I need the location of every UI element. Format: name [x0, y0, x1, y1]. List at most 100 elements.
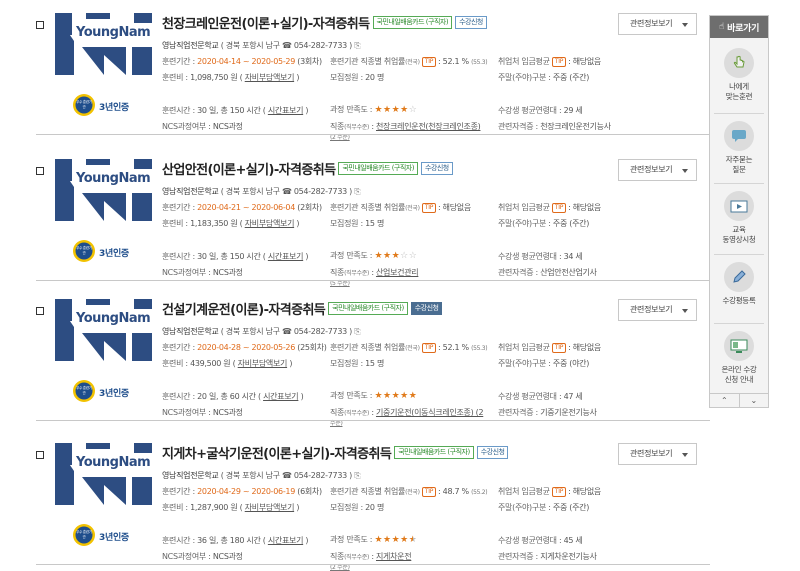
course-title-link[interactable]: 천장크레인운전(이론+실기)-자격증취득	[162, 13, 370, 32]
hours-line: 훈련시간 : 30 일, 총 150 시간 ( 시간표보기 )	[162, 106, 309, 115]
job-level[interactable]: (2 수준)	[330, 134, 350, 141]
cert-text: 3년인증	[99, 533, 129, 543]
course-card: YoungNam 우수 훈련기관 3년인증 산업안전(이론+실기)-자격증취득 …	[0, 146, 710, 287]
link-icon[interactable]: ⎘	[354, 41, 360, 50]
institution-logo: YoungNam	[52, 157, 155, 224]
subsidy-link[interactable]: 자비부담액보기	[245, 219, 295, 228]
institution-name[interactable]: 영남직업전문학교	[162, 327, 219, 336]
course-title-row: 건설기계운전(이론)-자격증취득 국민내일배움카드 (구직자) 수강신청	[162, 298, 443, 318]
star-empty-icon: ☆	[400, 251, 409, 261]
shift-line: 주말(주야)구분 : 주중 (야간)	[498, 359, 590, 368]
qualification-value: 기중기운전기능사	[540, 408, 597, 417]
satisfaction-stars: ★★★★★	[374, 535, 417, 545]
job-line: 직종(직무수준) : 산업보건관리	[330, 268, 419, 277]
star-empty-icon: ☆	[408, 105, 418, 115]
shift-value: 주중 (주간)	[552, 503, 590, 512]
quick-menu-item[interactable]: 온라인 수강 신청 안내	[710, 331, 768, 385]
link-icon[interactable]: ⎘	[354, 187, 360, 196]
wage-line: 취업처 임금평균 TIP: 해당없음	[498, 487, 601, 497]
quick-menu-item[interactable]: 교육 동영상시청	[710, 191, 768, 245]
job-link[interactable]: 천장크레인운전(천장크레인조종)	[376, 122, 481, 131]
course-title-link[interactable]: 지게차+굴삭기운전(이론+실기)-자격증취득	[162, 443, 392, 462]
timetable-link[interactable]: 시간표보기	[268, 536, 304, 545]
quick-menu-item[interactable]: 수강평등록	[710, 262, 768, 306]
course-title-link[interactable]: 건설기계운전(이론)-자격증취득	[162, 299, 326, 318]
qualification-line: 관련자격증 : 천장크레인운전기능사	[498, 122, 611, 131]
job-level[interactable]: (2 수준)	[330, 564, 350, 571]
institution-name[interactable]: 영남직업전문학교	[162, 471, 219, 480]
shift-value: 주중 (주간)	[552, 219, 590, 228]
timetable-link[interactable]: 시간표보기	[263, 392, 299, 401]
related-info-dropdown[interactable]: 관련정보보기	[618, 443, 697, 465]
tip-badge[interactable]: TIP	[421, 203, 437, 213]
link-icon[interactable]: ⎘	[354, 327, 360, 336]
institution-name[interactable]: 영남직업전문학교	[162, 41, 219, 50]
course-checkbox[interactable]	[36, 21, 44, 29]
qualification-line: 관련자격증 : 기중기운전기능사	[498, 408, 597, 417]
tip-badge[interactable]: TIP	[421, 343, 437, 353]
quick-menu-header: ☝ 바로가기	[710, 16, 768, 38]
quick-menu-nav: ⌃ ⌄	[710, 393, 768, 407]
apply-badge[interactable]: 수강신청	[410, 301, 443, 315]
logo-text: YoungNam	[76, 455, 151, 470]
quick-menu-item[interactable]: 자주묻는 질문	[710, 121, 768, 175]
job-link[interactable]: 기중기운전(이동식크레인조종) (2	[376, 408, 484, 417]
subsidy-link[interactable]: 자비부담액보기	[245, 503, 295, 512]
institution-address: ( 경북 포항시 남구 ☎ 054-282-7733 )	[220, 471, 353, 480]
divider	[714, 323, 764, 324]
tip-badge[interactable]: TIP	[551, 203, 567, 213]
course-title-link[interactable]: 산업안전(이론+실기)-자격증취득	[162, 159, 336, 178]
subsidy-link[interactable]: 자비부담액보기	[245, 73, 295, 82]
apply-badge[interactable]: 수강신청	[420, 161, 453, 175]
capacity-value: 15 명	[365, 219, 385, 228]
certification-badge: 우수 훈련기관 3년인증	[72, 523, 142, 547]
hours-line: 훈련시간 : 36 일, 총 180 시간 ( 시간표보기 )	[162, 536, 309, 545]
tip-badge[interactable]: TIP	[421, 487, 437, 497]
capacity-line: 모집정원 : 20 명	[330, 73, 385, 82]
subsidy-link[interactable]: 자비부담액보기	[238, 359, 288, 368]
job-link[interactable]: 지게차운전	[376, 552, 412, 561]
course-checkbox[interactable]	[36, 307, 44, 315]
divider	[714, 183, 764, 184]
shift-value: 주중 (주간)	[552, 73, 590, 82]
job-level[interactable]: 수준)	[330, 420, 343, 427]
star-full-icon: ★	[400, 535, 409, 545]
institution-line: 영남직업전문학교 ( 경북 포항시 남구 ☎ 054-282-7733 ) ⎘	[162, 326, 361, 337]
apply-badge[interactable]: 수강신청	[455, 15, 487, 29]
tip-badge[interactable]: TIP	[551, 487, 567, 497]
institution-logo: YoungNam	[52, 441, 155, 508]
tip-badge[interactable]: TIP	[421, 57, 437, 67]
course-title-row: 지게차+굴삭기운전(이론+실기)-자격증취득 국민내일배움카드 (구직자) 수강…	[162, 442, 509, 462]
related-info-dropdown[interactable]: 관련정보보기	[618, 299, 697, 321]
timetable-link[interactable]: 시간표보기	[268, 106, 304, 115]
tip-badge[interactable]: TIP	[551, 57, 567, 67]
certification-badge: 우수 훈련기관 3년인증	[72, 379, 142, 403]
divider	[36, 280, 710, 281]
job-link[interactable]: 산업보건관리	[376, 268, 419, 277]
course-checkbox[interactable]	[36, 451, 44, 459]
course-title-row: 산업안전(이론+실기)-자격증취득 국민내일배움카드 (구직자) 수강신청	[162, 158, 453, 178]
period-value: 2020-04-29 ~ 2020-06-19	[197, 487, 295, 496]
timetable-link[interactable]: 시간표보기	[268, 252, 304, 261]
scroll-up-button[interactable]: ⌃	[710, 394, 740, 407]
related-info-dropdown[interactable]: 관련정보보기	[618, 159, 697, 181]
course-checkbox[interactable]	[36, 167, 44, 175]
institution-name[interactable]: 영남직업전문학교	[162, 187, 219, 196]
related-info-dropdown[interactable]: 관련정보보기	[618, 13, 697, 35]
age-value: 29 세	[563, 106, 583, 115]
quick-menu-item[interactable]: 나에게 맞는훈련	[710, 48, 768, 102]
star-full-icon: ★	[383, 251, 392, 261]
hand-pointer-icon	[724, 48, 754, 78]
link-icon[interactable]: ⎘	[354, 471, 360, 480]
star-full-icon: ★	[383, 391, 392, 401]
ncs-value: NCS과정	[212, 122, 243, 131]
institution-address: ( 경북 포항시 남구 ☎ 054-282-7733 )	[220, 41, 353, 50]
scroll-down-button[interactable]: ⌄	[740, 394, 769, 407]
divider	[714, 254, 764, 255]
hours-value: 36 일, 총 180 시간	[197, 536, 261, 545]
tip-badge[interactable]: TIP	[551, 343, 567, 353]
logo-text: YoungNam	[76, 311, 151, 326]
certification-badge: 우수 훈련기관 3년인증	[72, 239, 142, 263]
apply-badge[interactable]: 수강신청	[476, 445, 509, 459]
fee-line: 훈련비 : 1,183,350 원 ( 자비부담액보기 )	[162, 219, 300, 228]
